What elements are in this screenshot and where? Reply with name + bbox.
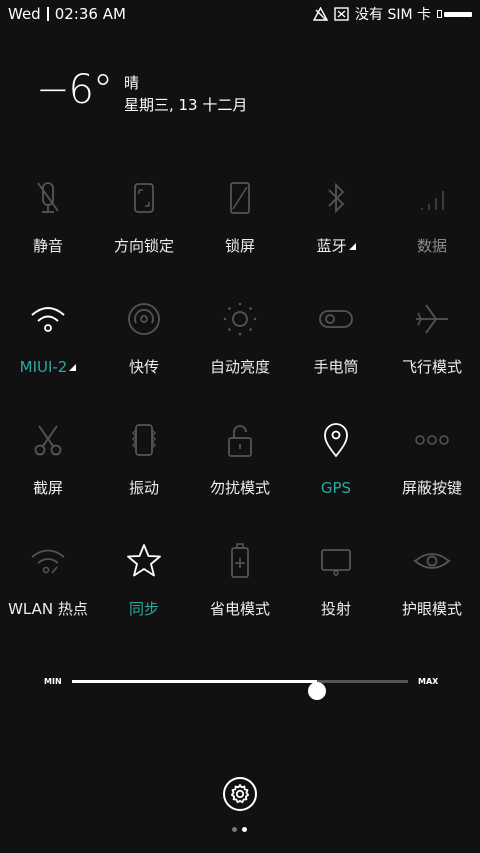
page-dot[interactable]	[232, 827, 237, 832]
quick-toggle-grid: 静音 方向锁定 锁屏 蓝牙 数据 MIUI-2 快传 自动亮度 手电筒 飞行模式…	[0, 170, 480, 654]
mobile-data-icon	[408, 170, 456, 226]
toggle-label: 护眼模式	[401, 600, 462, 618]
wifi-icon	[24, 291, 72, 347]
weather-date: 星期三, 13 十二月	[123, 96, 248, 114]
battery-saver-icon	[216, 533, 264, 589]
toggle-screenshot[interactable]: 截屏	[0, 412, 96, 533]
toggle-lock-screen[interactable]: 锁屏	[192, 170, 288, 291]
location-pin-icon	[312, 412, 360, 468]
page-indicator	[232, 827, 247, 832]
toggle-do-not-disturb[interactable]: 勿扰模式	[192, 412, 288, 533]
weather-widget[interactable]: −6° 晴 星期三, 13 十二月	[36, 68, 247, 116]
toggle-hotspot[interactable]: WLAN 热点	[0, 533, 96, 654]
toggle-label: 快传	[128, 358, 159, 376]
brightness-min-label: MIN	[44, 676, 62, 686]
toggle-bluetooth[interactable]: 蓝牙	[288, 170, 384, 291]
toggle-hide-buttons[interactable]: 屏蔽按键	[384, 412, 480, 533]
status-right: 没有 SIM 卡	[313, 4, 472, 24]
brightness-slider[interactable]: MIN MAX	[0, 670, 480, 700]
toggle-mute[interactable]: 静音	[0, 170, 96, 291]
toggle-label: MIUI-2	[19, 358, 68, 376]
status-time: 02:36 AM	[54, 5, 126, 23]
weather-condition: 晴	[123, 74, 139, 92]
brightness-max-label: MAX	[418, 676, 439, 686]
brightness-fill	[72, 680, 318, 683]
auto-brightness-icon	[216, 291, 264, 347]
eye-icon	[408, 533, 456, 589]
toggle-label-row: MIUI-2	[20, 357, 77, 377]
toggle-label: 自动亮度	[209, 358, 270, 376]
rotation-lock-icon	[120, 170, 168, 226]
toggle-label: 截屏	[32, 479, 63, 497]
do-not-disturb-icon	[216, 412, 264, 468]
toggle-label: 方向锁定	[113, 237, 174, 255]
settings-button[interactable]	[223, 777, 257, 811]
toggle-vibrate[interactable]: 振动	[96, 412, 192, 533]
toggle-label: 手电筒	[313, 358, 359, 376]
toggle-label: WLAN 热点	[8, 600, 88, 618]
toggle-flashlight[interactable]: 手电筒	[288, 291, 384, 412]
toggle-row: MIUI-2 快传 自动亮度 手电筒 飞行模式	[0, 291, 480, 412]
weather-text: 晴 星期三, 13 十二月	[124, 68, 247, 116]
status-day: Wed	[8, 5, 41, 23]
submenu-arrow-icon	[69, 364, 77, 371]
airplane-icon	[408, 291, 456, 347]
toggle-label: 飞行模式	[401, 358, 462, 376]
toggle-label: 省电模式	[209, 600, 270, 618]
toggle-label: 锁屏	[224, 237, 255, 255]
toggle-label: 蓝牙	[316, 237, 347, 255]
status-bar: Wed 02:36 AM 没有 SIM 卡	[0, 0, 480, 28]
flashlight-icon	[312, 291, 360, 347]
quick-share-icon	[120, 291, 168, 347]
toggle-label: 屏蔽按键	[401, 479, 462, 497]
cast-icon	[312, 533, 360, 589]
toggle-row: WLAN 热点 同步 省电模式 投射 护眼模式	[0, 533, 480, 654]
temperature: −6°	[36, 67, 113, 113]
toggle-gps[interactable]: GPS	[288, 412, 384, 533]
toggle-sync[interactable]: 同步	[96, 533, 192, 654]
scissors-icon	[24, 412, 72, 468]
toggle-label-row: 蓝牙	[316, 236, 356, 256]
gear-icon	[230, 784, 250, 804]
brightness-knob[interactable]	[308, 682, 327, 700]
toggle-label: 投射	[320, 600, 351, 618]
toggle-label: 数据	[416, 237, 447, 255]
toggle-label: 静音	[32, 237, 63, 255]
toggle-label: 振动	[128, 479, 159, 497]
battery-icon	[437, 10, 472, 18]
hide-buttons-icon	[408, 412, 456, 468]
toggle-label: 同步	[128, 600, 159, 618]
toggle-battery-saver[interactable]: 省电模式	[192, 533, 288, 654]
toggle-cast[interactable]: 投射	[288, 533, 384, 654]
bluetooth-icon	[312, 170, 360, 226]
toggle-rotation-lock[interactable]: 方向锁定	[96, 170, 192, 291]
submenu-arrow-icon	[348, 243, 356, 250]
toggle-airplane[interactable]: 飞行模式	[384, 291, 480, 412]
hotspot-icon	[24, 533, 72, 589]
page-dot-active[interactable]	[242, 827, 247, 832]
toggle-label: GPS	[320, 479, 352, 497]
status-separator-icon	[46, 7, 49, 21]
mute-icon	[24, 170, 72, 226]
toggle-eye-care[interactable]: 护眼模式	[384, 533, 480, 654]
toggle-auto-brightness[interactable]: 自动亮度	[192, 291, 288, 412]
toggle-wifi[interactable]: MIUI-2	[0, 291, 96, 412]
toggle-mobile-data[interactable]: 数据	[384, 170, 480, 291]
brightness-track[interactable]	[72, 680, 408, 700]
no-signal-icon	[313, 7, 328, 21]
no-sim-icon	[334, 7, 349, 21]
lock-screen-icon	[216, 170, 264, 226]
star-icon	[120, 533, 168, 589]
toggle-label: 勿扰模式	[209, 479, 270, 497]
vibrate-icon	[120, 412, 168, 468]
toggle-quick-share[interactable]: 快传	[96, 291, 192, 412]
status-left: Wed 02:36 AM	[8, 5, 126, 23]
toggle-row: 截屏 振动 勿扰模式 GPS 屏蔽按键	[0, 412, 480, 533]
toggle-row: 静音 方向锁定 锁屏 蓝牙 数据	[0, 170, 480, 291]
no-sim-text: 没有 SIM 卡	[355, 7, 431, 23]
